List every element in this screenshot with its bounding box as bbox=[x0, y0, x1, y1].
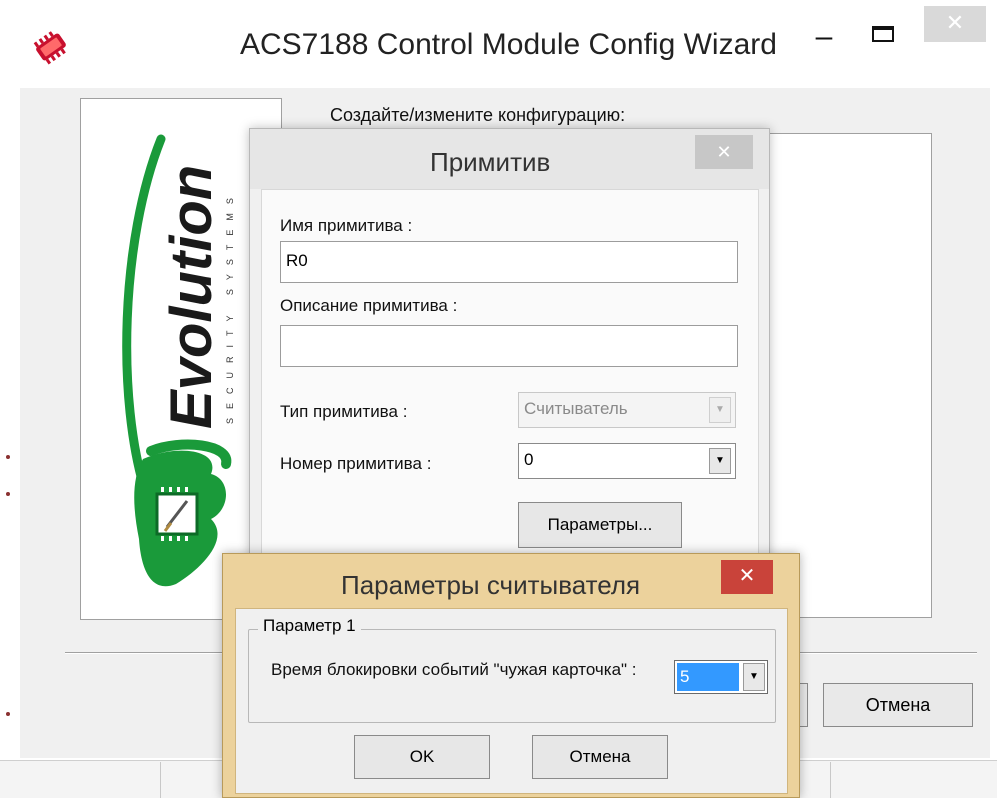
primitive-dialog-titlebar: Примитив ✕ bbox=[250, 129, 769, 189]
parameter-group-title: Параметр 1 bbox=[258, 616, 361, 636]
primitive-number-select[interactable]: 0 ▼ bbox=[518, 443, 736, 479]
chip-hand-emblem bbox=[134, 439, 232, 587]
edge-mark bbox=[6, 712, 10, 716]
main-titlebar: ACS7188 Control Module Config Wizard – ✕ bbox=[0, 0, 997, 95]
primitive-number-value: 0 bbox=[524, 450, 534, 469]
wizard-cancel-button[interactable]: Отмена bbox=[823, 683, 973, 727]
logo-tagline: SECURITY SYSTEMS bbox=[225, 189, 235, 424]
primitive-description-label: Описание примитива : bbox=[280, 296, 458, 315]
reader-params-title: Параметры считывателя bbox=[341, 570, 641, 600]
app-icon bbox=[33, 31, 66, 65]
edge-mark bbox=[6, 492, 10, 496]
parameter-group: Время блокировки событий "чужая карточка… bbox=[248, 629, 776, 723]
chevron-down-icon[interactable]: ▼ bbox=[709, 448, 731, 474]
primitive-type-value: Считыватель bbox=[524, 399, 628, 418]
primitive-type-select: Считыватель ▼ bbox=[518, 392, 736, 428]
maximize-button[interactable] bbox=[862, 18, 906, 52]
create-config-label: Создайте/измените конфигурацию: bbox=[330, 105, 626, 125]
reader-params-body: Время блокировки событий "чужая карточка… bbox=[235, 608, 788, 794]
primitive-name-input[interactable]: R0 bbox=[280, 241, 738, 283]
primitive-description-input[interactable] bbox=[280, 325, 738, 367]
reader-params-dialog: Параметры считывателя ✕ Время блокировки… bbox=[222, 553, 800, 798]
primitive-close-button[interactable]: ✕ bbox=[695, 135, 753, 169]
block-time-value: 5 bbox=[677, 663, 739, 691]
window-title: ACS7188 Control Module Config Wizard bbox=[240, 28, 777, 61]
primitive-type-label: Тип примитива : bbox=[280, 402, 408, 421]
primitive-dialog-title: Примитив bbox=[430, 147, 551, 177]
parameters-button[interactable]: Параметры... bbox=[518, 502, 682, 548]
block-time-label: Время блокировки событий "чужая карточка… bbox=[271, 660, 637, 679]
logo-wordmark: Evolution bbox=[159, 165, 224, 429]
params-cancel-button[interactable]: Отмена bbox=[532, 735, 668, 779]
chevron-down-icon: ▼ bbox=[709, 397, 731, 423]
minimize-button[interactable]: – bbox=[807, 20, 841, 54]
close-button[interactable]: ✕ bbox=[924, 6, 986, 42]
strip-divider bbox=[830, 762, 831, 798]
strip-divider bbox=[160, 762, 161, 798]
ok-button[interactable]: OK bbox=[354, 735, 490, 779]
primitive-name-label: Имя примитива : bbox=[280, 216, 413, 235]
edge-mark bbox=[6, 455, 10, 459]
maximize-icon bbox=[872, 26, 894, 42]
primitive-number-label: Номер примитива : bbox=[280, 454, 432, 473]
primitive-dialog-body: Имя примитива : R0 Описание примитива : … bbox=[261, 189, 759, 584]
primitive-dialog: Примитив ✕ Имя примитива : R0 Описание п… bbox=[249, 128, 770, 588]
reader-params-close-button[interactable]: ✕ bbox=[721, 560, 773, 594]
chevron-down-icon[interactable]: ▼ bbox=[743, 663, 765, 691]
block-time-select[interactable]: 5 ▼ bbox=[674, 660, 768, 694]
